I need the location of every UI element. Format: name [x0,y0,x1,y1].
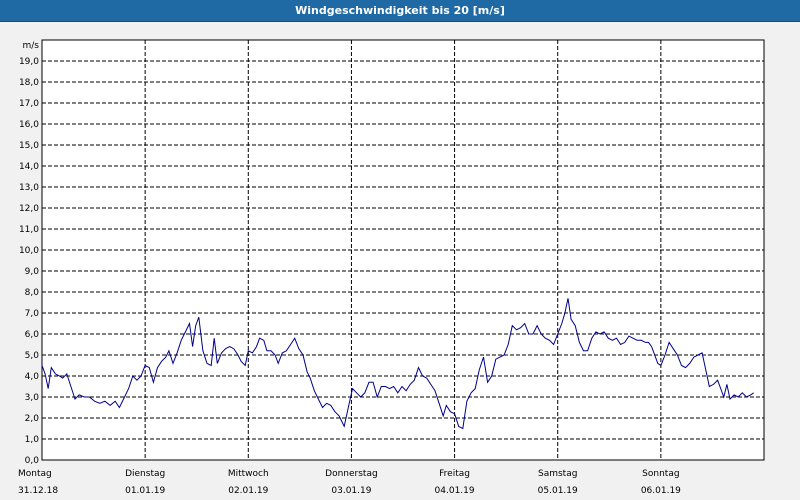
y-tick-label: 15,0 [19,141,39,151]
y-tick-label: 5,0 [25,351,40,361]
x-tick-weekday-label: Freitag [439,469,470,479]
x-tick-date-label: 06.01.19 [641,486,681,496]
x-tick-date-label: 31.12.18 [18,486,58,496]
y-tick-label: 0,0 [25,456,40,466]
y-tick-label: 6,0 [25,330,40,340]
x-tick-weekday-label: Donnerstag [325,469,378,479]
y-tick-label: 2,0 [25,414,40,424]
y-tick-label: 10,0 [19,246,39,256]
y-axis-tick-labels: 0,0 1,0 2,0 3,0 4,0 5,0 6,0 7,0 8,0 9,0 10,0 11,0 12… [19,57,39,466]
y-tick-label: 3,0 [25,393,40,403]
wind-speed-chart: m/s 0,0 1,0 2,0 3,0 4,0 5,0 6,0 7,0 8,0 9,0 10,0 11… [18,39,765,496]
y-tick-label: 4,0 [25,372,40,382]
x-tick-weekday-label: Sonntag [642,469,679,479]
y-tick-label: 13,0 [19,183,39,193]
y-tick-label: 7,0 [25,309,40,319]
y-tick-label: 16,0 [19,120,39,130]
y-tick-label: 9,0 [25,267,40,277]
x-tick-weekday-label: Samstag [538,469,577,479]
x-tick-date-label: 02.01.19 [228,486,268,496]
x-tick-weekday-label: Montag [18,469,52,479]
y-tick-label: 1,0 [25,435,40,445]
x-axis-day-labels: Montag 31.12.18 Dienstag 01.01.19 Mittwoch 02… [18,469,681,496]
x-tick-date-label: 04.01.19 [435,486,475,496]
y-tick-label: 8,0 [25,288,40,298]
grid-lines [42,40,764,460]
x-tick-date-label: 05.01.19 [538,486,578,496]
y-tick-label: 11,0 [19,225,39,235]
y-tick-label: 19,0 [19,57,39,67]
y-tick-label: 14,0 [19,162,39,172]
y-tick-label: 17,0 [19,99,39,109]
x-tick-date-label: 03.01.19 [331,486,371,496]
x-tick-weekday-label: Mittwoch [228,469,269,479]
x-tick-weekday-label: Dienstag [125,469,165,479]
y-tick-label: 12,0 [19,204,39,214]
y-tick-label: 18,0 [19,78,39,88]
x-tick-date-label: 01.01.19 [125,486,165,496]
y-axis-unit-label: m/s [23,41,40,51]
